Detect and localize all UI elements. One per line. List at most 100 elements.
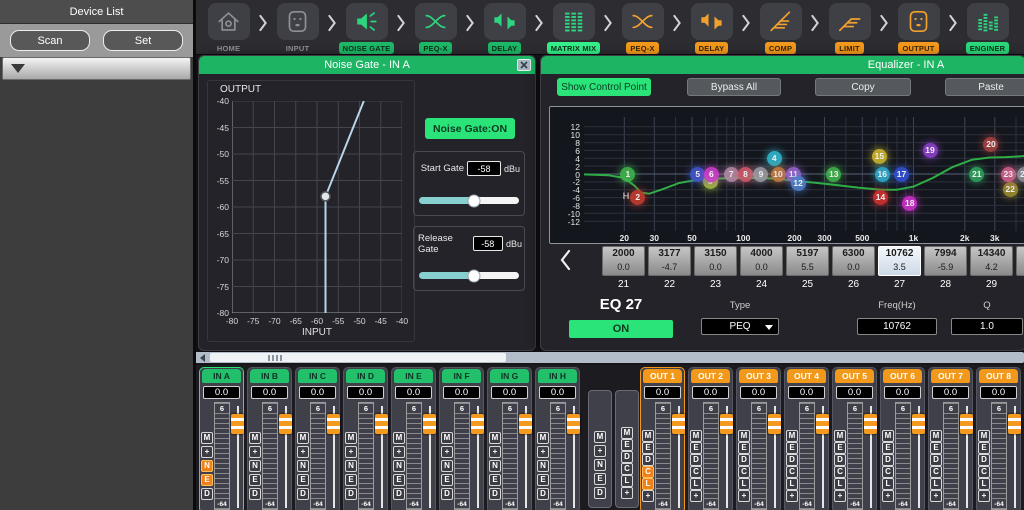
- channel-button-n[interactable]: N: [249, 460, 261, 472]
- channel-button-m[interactable]: M: [642, 430, 654, 442]
- channel-button-l[interactable]: L: [738, 478, 750, 490]
- channel-button-n[interactable]: N: [201, 460, 213, 472]
- eq-band-cell-23[interactable]: 31500.0: [694, 246, 737, 276]
- channel-button-e[interactable]: E: [738, 442, 750, 454]
- eq-control-point-15[interactable]: 15: [872, 149, 887, 164]
- master-button-plus[interactable]: +: [621, 487, 633, 499]
- channel-gain-value[interactable]: 0.0: [443, 386, 480, 399]
- master-button-d[interactable]: D: [621, 451, 633, 463]
- eq-control-point-14[interactable]: 14: [873, 190, 888, 205]
- channel-button-plus[interactable]: +: [978, 490, 990, 502]
- channel-button-l[interactable]: L: [978, 478, 990, 490]
- channel-button-e[interactable]: E: [834, 442, 846, 454]
- toolbar-item-noise-gate[interactable]: NOISE GATE: [336, 3, 397, 54]
- channel-button-d[interactable]: D: [786, 454, 798, 466]
- freq-input[interactable]: 10762: [857, 318, 937, 335]
- master-button-plus[interactable]: +: [594, 445, 606, 457]
- copy-button[interactable]: Copy: [815, 78, 911, 96]
- workspace-horizontal-scrollbar[interactable]: [196, 352, 1024, 363]
- channel-button-l[interactable]: L: [786, 478, 798, 490]
- eq-control-point-20[interactable]: 20: [983, 137, 998, 152]
- channel-gain-value[interactable]: 0.0: [395, 386, 432, 399]
- channel-gain-value[interactable]: 0.0: [884, 386, 921, 399]
- channel-button-d[interactable]: D: [642, 454, 654, 466]
- channel-strip-in-f[interactable]: IN F0.06-64M+NED: [439, 367, 484, 510]
- channel-button-plus[interactable]: +: [930, 490, 942, 502]
- fader-handle[interactable]: [912, 414, 925, 434]
- channel-button-n[interactable]: N: [441, 460, 453, 472]
- eq-control-point-4[interactable]: 4: [767, 151, 782, 166]
- channel-button-plus[interactable]: +: [441, 446, 453, 458]
- eq-control-point-13[interactable]: 13: [826, 167, 841, 182]
- channel-button-d[interactable]: D: [834, 454, 846, 466]
- noise-gate-plot[interactable]: [232, 101, 402, 313]
- channel-button-plus[interactable]: +: [537, 446, 549, 458]
- channel-strip-in-g[interactable]: IN G0.06-64M+NED: [487, 367, 532, 510]
- fader-handle[interactable]: [960, 414, 973, 434]
- release-gate-slider[interactable]: [419, 272, 519, 279]
- channel-button-m[interactable]: M: [249, 432, 261, 444]
- channel-button-m[interactable]: M: [738, 430, 750, 442]
- channel-button-n[interactable]: N: [489, 460, 501, 472]
- type-dropdown[interactable]: PEQ: [701, 318, 779, 335]
- channel-button-e[interactable]: E: [201, 474, 213, 486]
- eq-band-cell-partial[interactable]: [1016, 246, 1024, 276]
- master-button-e[interactable]: E: [621, 439, 633, 451]
- eq-control-point-23[interactable]: 23: [1001, 167, 1016, 182]
- master-strip-1[interactable]: M+NED: [588, 390, 612, 508]
- fader-handle[interactable]: [720, 414, 733, 434]
- channel-button-e[interactable]: E: [930, 442, 942, 454]
- channel-button-c[interactable]: C: [690, 466, 702, 478]
- toolbar-item-peq-x[interactable]: PEQ-X: [405, 3, 466, 54]
- channel-strip-in-b[interactable]: IN B0.06-64M+NED: [247, 367, 292, 510]
- channel-button-m[interactable]: M: [882, 430, 894, 442]
- channel-button-l[interactable]: L: [834, 478, 846, 490]
- channel-button-plus[interactable]: +: [738, 490, 750, 502]
- eq-band-cell-24[interactable]: 40000.0: [740, 246, 783, 276]
- channel-button-c[interactable]: C: [786, 466, 798, 478]
- eq-band-cell-22[interactable]: 3177-4.7: [648, 246, 691, 276]
- channel-button-e[interactable]: E: [537, 474, 549, 486]
- toolbar-item-peq-x[interactable]: PEQ-X: [612, 3, 673, 54]
- device-select-dropdown[interactable]: [2, 57, 191, 80]
- master-button-e[interactable]: E: [594, 473, 606, 485]
- channel-button-d[interactable]: D: [489, 488, 501, 500]
- channel-button-m[interactable]: M: [786, 430, 798, 442]
- channel-button-e[interactable]: E: [882, 442, 894, 454]
- channel-button-l[interactable]: L: [642, 478, 654, 490]
- channel-button-m[interactable]: M: [297, 432, 309, 444]
- toolbar-item-input[interactable]: INPUT: [267, 3, 328, 54]
- channel-button-plus[interactable]: +: [201, 446, 213, 458]
- channel-button-m[interactable]: M: [690, 430, 702, 442]
- eq-control-point-7[interactable]: 7: [724, 167, 739, 182]
- channel-button-e[interactable]: E: [690, 442, 702, 454]
- paste-button[interactable]: Paste: [945, 78, 1024, 96]
- channel-button-e[interactable]: E: [441, 474, 453, 486]
- toolbar-item-limit[interactable]: LIMIT: [819, 3, 880, 54]
- fader-handle[interactable]: [471, 414, 484, 434]
- channel-button-d[interactable]: D: [249, 488, 261, 500]
- channel-button-plus[interactable]: +: [345, 446, 357, 458]
- channel-button-e[interactable]: E: [249, 474, 261, 486]
- start-gate-value[interactable]: -58: [467, 161, 501, 176]
- channel-button-e[interactable]: E: [786, 442, 798, 454]
- noise-gate-on-button[interactable]: Noise Gate:ON: [425, 118, 515, 139]
- master-button-m[interactable]: M: [621, 427, 633, 439]
- channel-button-e[interactable]: E: [489, 474, 501, 486]
- eq-band-cell-27[interactable]: 107623.5: [878, 246, 921, 276]
- channel-button-plus[interactable]: +: [642, 490, 654, 502]
- channel-button-m[interactable]: M: [978, 430, 990, 442]
- eq-control-point-17[interactable]: 17: [894, 167, 909, 182]
- channel-button-n[interactable]: N: [297, 460, 309, 472]
- toolbar-item-delay[interactable]: DELAY: [474, 3, 535, 54]
- channel-gain-value[interactable]: 0.0: [299, 386, 336, 399]
- channel-strip-in-h[interactable]: IN H0.06-64M+NED: [535, 367, 580, 510]
- channel-button-d[interactable]: D: [537, 488, 549, 500]
- channel-button-e[interactable]: E: [297, 474, 309, 486]
- channel-gain-value[interactable]: 0.0: [203, 386, 240, 399]
- show-control-point-button[interactable]: Show Control Point: [557, 78, 651, 96]
- eq-control-point-10[interactable]: 10: [771, 167, 786, 182]
- toolbar-item-home[interactable]: HOME: [198, 3, 259, 54]
- channel-button-m[interactable]: M: [441, 432, 453, 444]
- master-button-d[interactable]: D: [594, 487, 606, 499]
